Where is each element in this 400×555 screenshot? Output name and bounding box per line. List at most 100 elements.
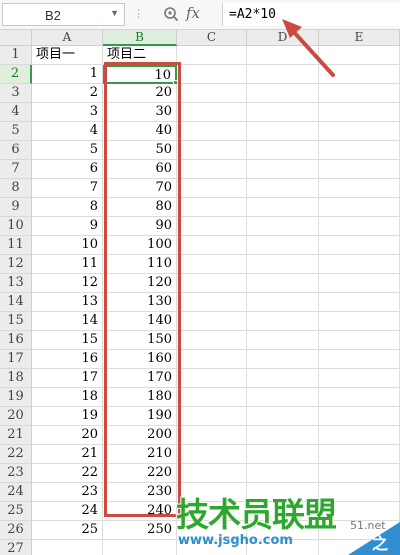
row-header[interactable]: 14 (0, 293, 32, 312)
cell-a14[interactable]: 13 (32, 293, 103, 312)
cell-d14[interactable] (247, 293, 319, 312)
row-header[interactable]: 2 (0, 65, 32, 84)
insert-function-button[interactable]: fx (186, 4, 200, 22)
cell-b14[interactable]: 130 (103, 293, 177, 312)
cell-c17[interactable] (177, 350, 247, 369)
cell-b18[interactable]: 170 (103, 369, 177, 388)
cell-e19[interactable] (319, 388, 400, 407)
row-header[interactable]: 9 (0, 198, 32, 217)
row-header[interactable]: 21 (0, 426, 32, 445)
cell-a16[interactable]: 15 (32, 331, 103, 350)
column-header-b[interactable]: B (103, 30, 177, 46)
cell-a3[interactable]: 2 (32, 84, 103, 103)
cell-c10[interactable] (177, 217, 247, 236)
cell-b27[interactable] (103, 540, 177, 555)
row-header[interactable]: 4 (0, 103, 32, 122)
cell-b25[interactable]: 240 (103, 502, 177, 521)
cell-d16[interactable] (247, 331, 319, 350)
row-header[interactable]: 1 (0, 46, 32, 65)
column-header-a[interactable]: A (32, 30, 103, 46)
cell-e2[interactable] (319, 65, 400, 84)
cell-a7[interactable]: 6 (32, 160, 103, 179)
row-header[interactable]: 19 (0, 388, 32, 407)
cell-c18[interactable] (177, 369, 247, 388)
cell-e18[interactable] (319, 369, 400, 388)
cell-e14[interactable] (319, 293, 400, 312)
cell-a23[interactable]: 22 (32, 464, 103, 483)
cell-c3[interactable] (177, 84, 247, 103)
cell-e17[interactable] (319, 350, 400, 369)
cell-c7[interactable] (177, 160, 247, 179)
cell-b6[interactable]: 50 (103, 141, 177, 160)
cell-a12[interactable]: 11 (32, 255, 103, 274)
row-header[interactable]: 8 (0, 179, 32, 198)
cell-a11[interactable]: 10 (32, 236, 103, 255)
cell-e6[interactable] (319, 141, 400, 160)
cell-e23[interactable] (319, 464, 400, 483)
cell-b5[interactable]: 40 (103, 122, 177, 141)
row-header[interactable]: 3 (0, 84, 32, 103)
cell-b23[interactable]: 220 (103, 464, 177, 483)
cell-e1[interactable] (319, 46, 400, 65)
cell-b7[interactable]: 60 (103, 160, 177, 179)
cell-b22[interactable]: 210 (103, 445, 177, 464)
cell-d22[interactable] (247, 445, 319, 464)
magnifier-icon[interactable] (162, 5, 180, 23)
cell-e5[interactable] (319, 122, 400, 141)
row-header[interactable]: 6 (0, 141, 32, 160)
cell-a1[interactable]: 项目一 (32, 46, 103, 65)
cell-c15[interactable] (177, 312, 247, 331)
row-header[interactable]: 10 (0, 217, 32, 236)
cell-c20[interactable] (177, 407, 247, 426)
cell-b20[interactable]: 190 (103, 407, 177, 426)
cell-c22[interactable] (177, 445, 247, 464)
cell-e22[interactable] (319, 445, 400, 464)
cell-d15[interactable] (247, 312, 319, 331)
cell-c5[interactable] (177, 122, 247, 141)
cell-c14[interactable] (177, 293, 247, 312)
cell-a6[interactable]: 5 (32, 141, 103, 160)
cell-b21[interactable]: 200 (103, 426, 177, 445)
cell-d23[interactable] (247, 464, 319, 483)
cell-e7[interactable] (319, 160, 400, 179)
cell-c1[interactable] (177, 46, 247, 65)
cell-d3[interactable] (247, 84, 319, 103)
cell-d20[interactable] (247, 407, 319, 426)
cell-b13[interactable]: 120 (103, 274, 177, 293)
column-header-d[interactable]: D (247, 30, 319, 46)
cell-a15[interactable]: 14 (32, 312, 103, 331)
cell-a20[interactable]: 19 (32, 407, 103, 426)
row-header[interactable]: 22 (0, 445, 32, 464)
cell-a19[interactable]: 18 (32, 388, 103, 407)
cell-c12[interactable] (177, 255, 247, 274)
cell-a25[interactable]: 24 (32, 502, 103, 521)
cell-c6[interactable] (177, 141, 247, 160)
cell-b10[interactable]: 90 (103, 217, 177, 236)
row-header[interactable]: 26 (0, 521, 32, 540)
row-header[interactable]: 13 (0, 274, 32, 293)
cell-e12[interactable] (319, 255, 400, 274)
cell-a10[interactable]: 9 (32, 217, 103, 236)
name-box[interactable]: B2 ▼ (2, 3, 125, 26)
cell-a21[interactable]: 20 (32, 426, 103, 445)
row-header[interactable]: 17 (0, 350, 32, 369)
cell-c4[interactable] (177, 103, 247, 122)
cell-d21[interactable] (247, 426, 319, 445)
cell-a22[interactable]: 21 (32, 445, 103, 464)
cell-e9[interactable] (319, 198, 400, 217)
cell-a27[interactable] (32, 540, 103, 555)
cell-a24[interactable]: 23 (32, 483, 103, 502)
cell-b8[interactable]: 70 (103, 179, 177, 198)
select-all-corner[interactable] (0, 30, 32, 46)
cell-d4[interactable] (247, 103, 319, 122)
cell-c11[interactable] (177, 236, 247, 255)
cell-b19[interactable]: 180 (103, 388, 177, 407)
cell-d6[interactable] (247, 141, 319, 160)
cell-d9[interactable] (247, 198, 319, 217)
cell-e15[interactable] (319, 312, 400, 331)
cell-a26[interactable]: 25 (32, 521, 103, 540)
cell-c8[interactable] (177, 179, 247, 198)
row-header[interactable]: 25 (0, 502, 32, 521)
cell-d10[interactable] (247, 217, 319, 236)
row-header[interactable]: 16 (0, 331, 32, 350)
